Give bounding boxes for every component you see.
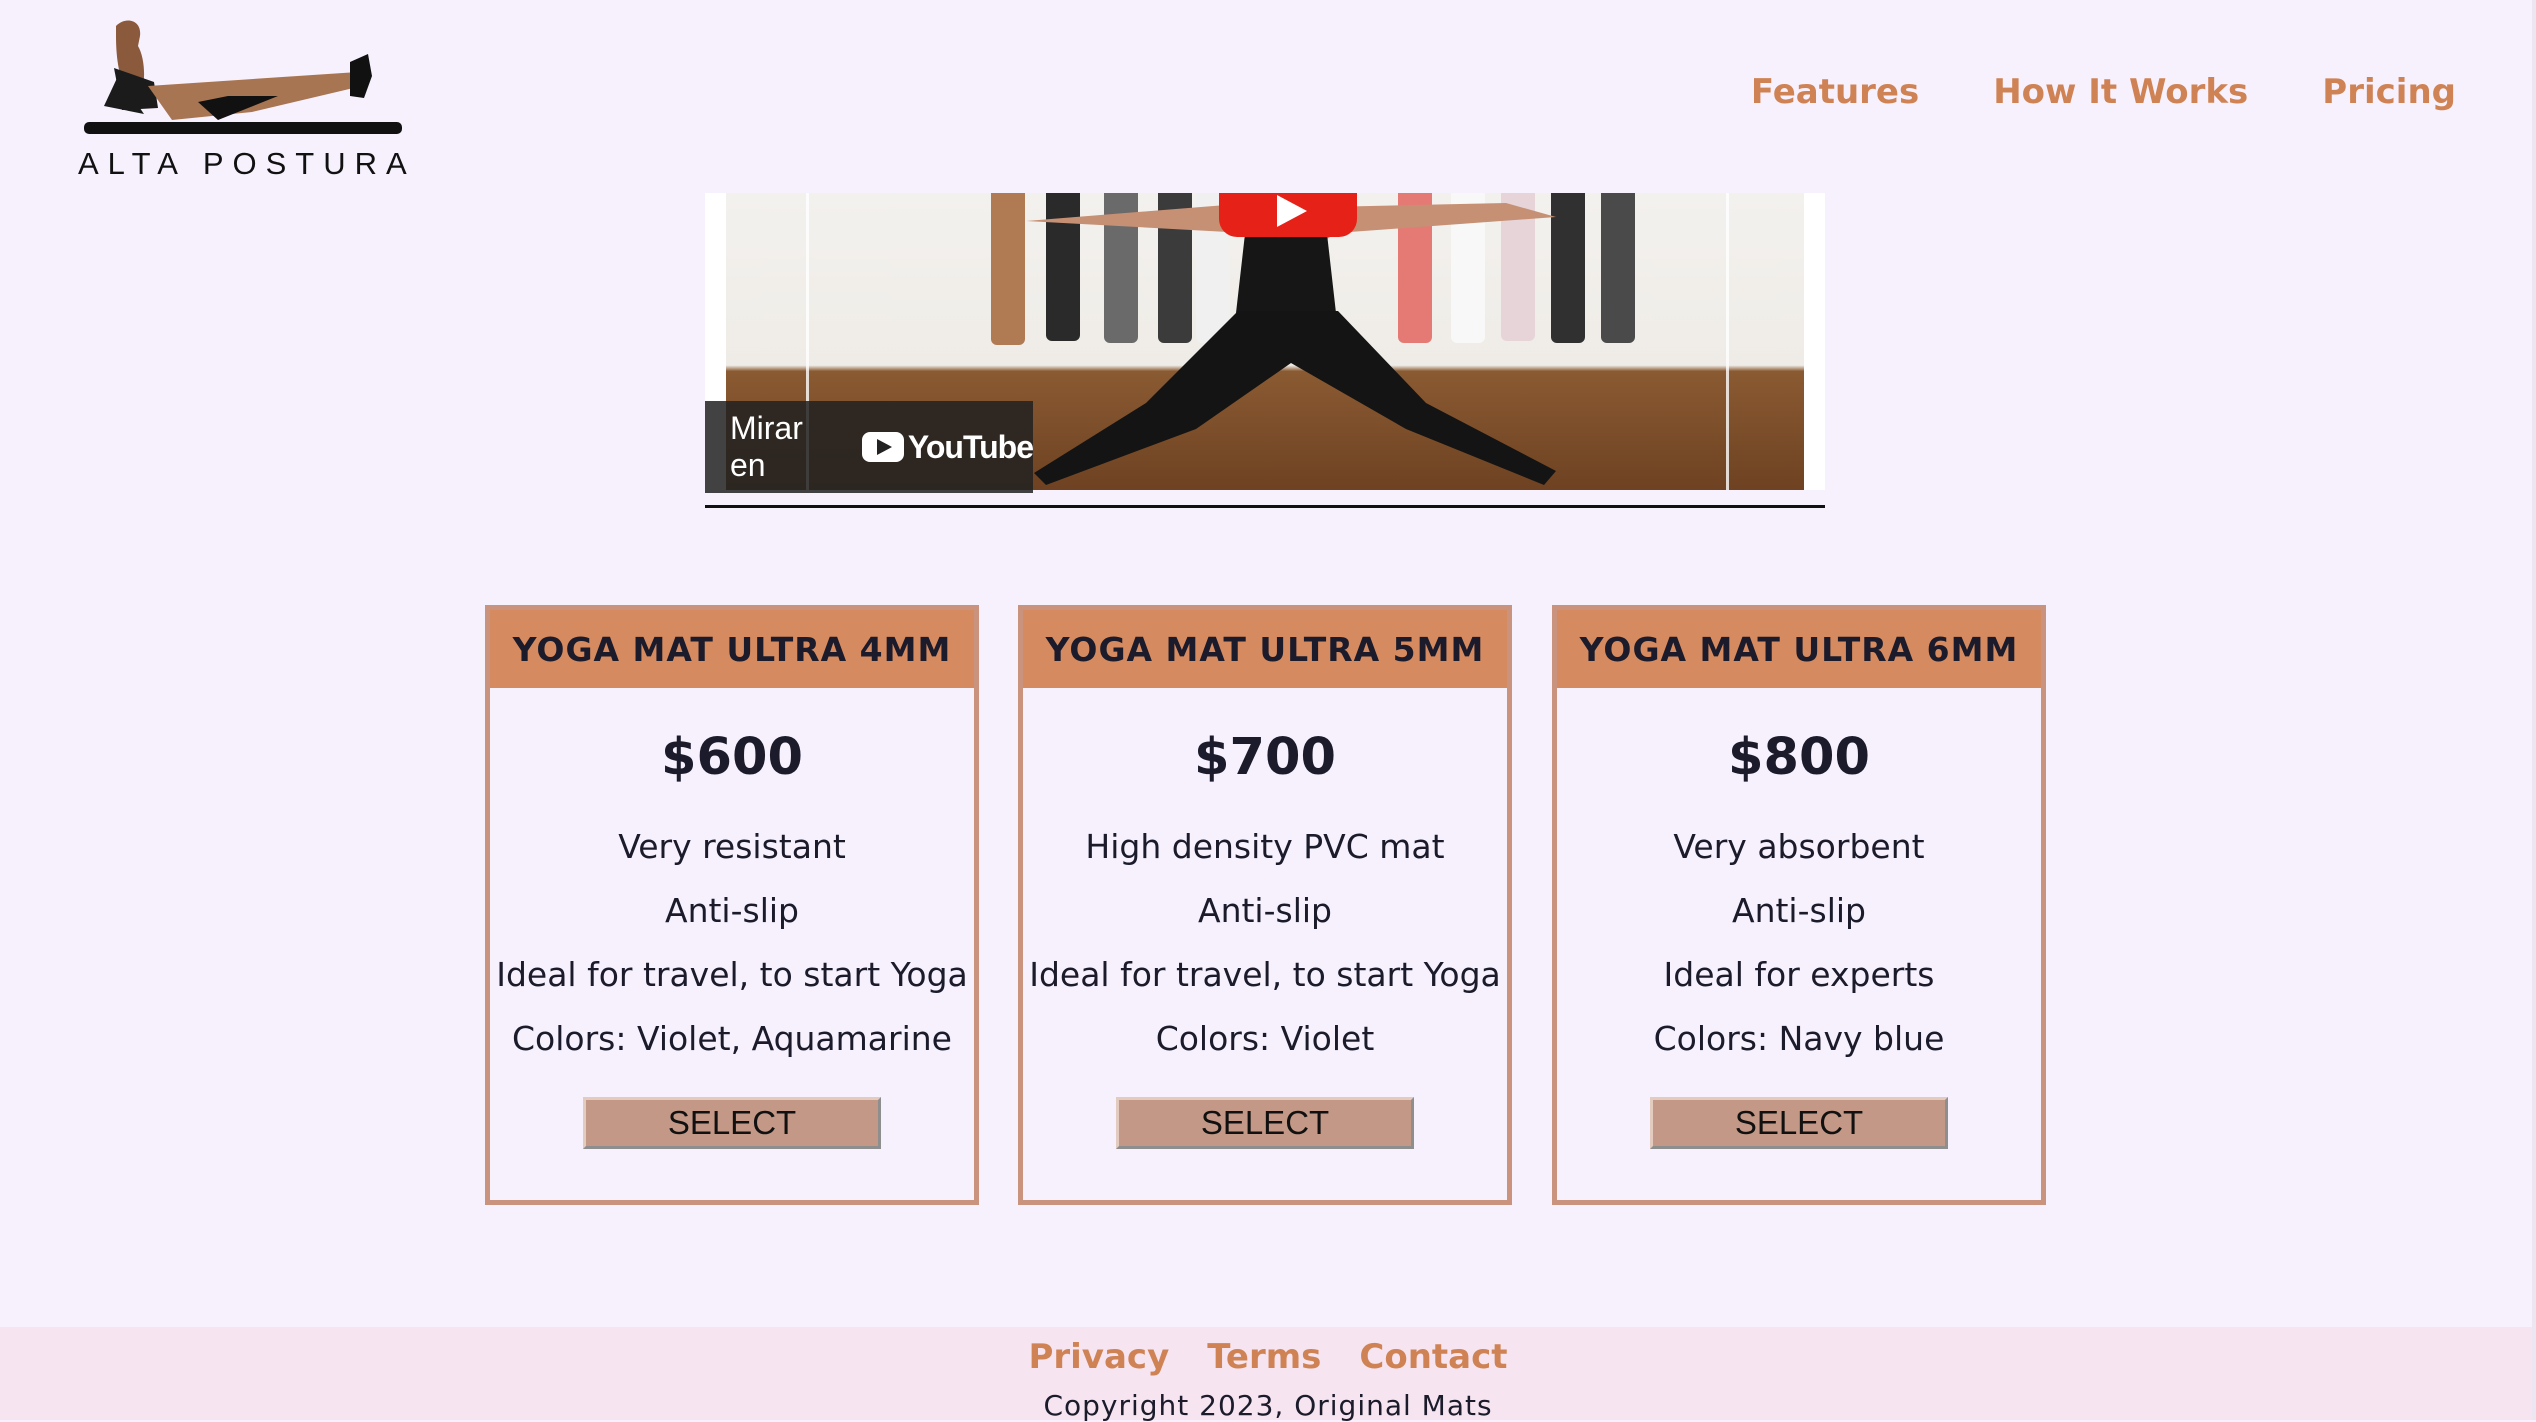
nav-how-it-works[interactable]: How It Works [1993,72,2248,112]
footer: Privacy Terms Contact Copyright 2023, Or… [0,1327,2536,1422]
plan-title: YOGA MAT ULTRA 5MM [1023,610,1507,688]
feature-item: Ideal for travel, to start Yoga [496,955,968,994]
youtube-icon [861,432,904,462]
feature-item: Colors: Violet [1155,1019,1375,1058]
select-button-4mm[interactable]: SELECT [583,1097,881,1149]
play-icon[interactable] [1219,193,1357,237]
feature-item: High density PVC mat [1085,827,1445,866]
brand-name: ALTA POSTURA [78,146,416,181]
feature-item: Ideal for travel, to start Yoga [1029,955,1501,994]
youtube-logo: YouTube [861,428,1034,466]
video-embed[interactable]: Mirar en YouTube [705,193,1825,508]
feature-item: Anti-slip [665,891,799,930]
feature-item: Very absorbent [1673,827,1925,866]
watch-on-youtube-button[interactable]: Mirar en YouTube [705,401,1034,493]
feature-item: Colors: Navy blue [1653,1019,1945,1058]
scrollbar-track[interactable] [2532,0,2536,1420]
youtube-wordmark: YouTube [907,428,1034,465]
pricing-card: YOGA MAT ULTRA 5MM $700 High density PVC… [1018,605,1512,1205]
nav-pricing[interactable]: Pricing [2322,72,2456,112]
yoga-pose-logo-icon [84,20,402,134]
feature-item: Anti-slip [1732,891,1866,930]
select-button-5mm[interactable]: SELECT [1116,1097,1414,1149]
feature-item: Very resistant [618,827,846,866]
nav-features[interactable]: Features [1751,72,1919,112]
plan-title: YOGA MAT ULTRA 4MM [490,610,974,688]
footer-link-privacy[interactable]: Privacy [1028,1337,1169,1377]
plan-price: $700 [1194,728,1336,787]
plan-features: High density PVC mat Anti-slip Ideal for… [1023,815,1507,1071]
feature-item: Colors: Violet, Aquamarine [512,1019,952,1058]
video-right-margin [1804,193,1825,490]
plan-features: Very absorbent Anti-slip Ideal for exper… [1557,815,2041,1071]
feature-item: Anti-slip [1198,891,1332,930]
pricing-card: YOGA MAT ULTRA 6MM $800 Very absorbent A… [1552,605,2046,1205]
footer-links: Privacy Terms Contact [0,1337,2536,1377]
plan-price: $800 [1728,728,1870,787]
pricing-card: YOGA MAT ULTRA 4MM $600 Very resistant A… [485,605,979,1205]
main-nav: Features How It Works Pricing [1751,72,2456,112]
copyright-text: Copyright 2023, Original Mats [1043,1389,1493,1422]
plan-price: $600 [661,728,803,787]
footer-link-contact[interactable]: Contact [1359,1337,1507,1377]
frame-line [1726,193,1729,490]
plan-title: YOGA MAT ULTRA 6MM [1557,610,2041,688]
feature-item: Ideal for experts [1663,955,1935,994]
watch-on-label: Mirar en [730,410,803,483]
plan-features: Very resistant Anti-slip Ideal for trave… [490,815,974,1071]
brand-logo[interactable]: ALTA POSTURA [78,18,408,188]
footer-link-terms[interactable]: Terms [1207,1337,1321,1377]
select-button-6mm[interactable]: SELECT [1650,1097,1948,1149]
